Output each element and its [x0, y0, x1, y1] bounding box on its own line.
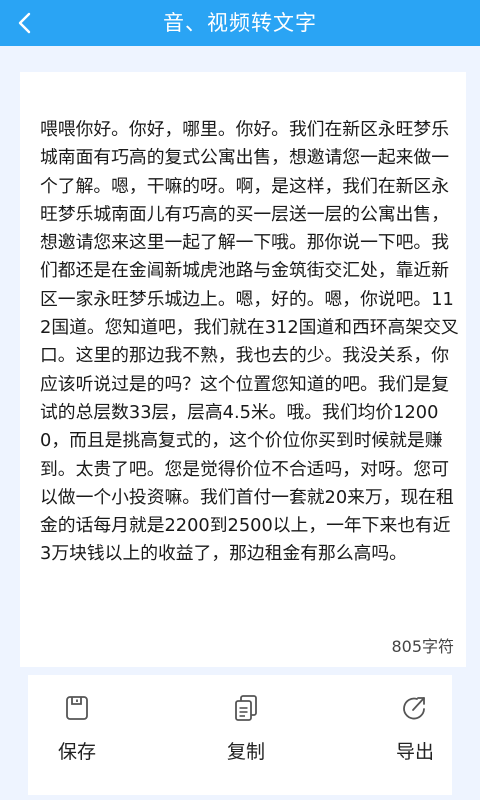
copy-icon: [235, 695, 257, 721]
export-icon: [403, 697, 425, 720]
save-icon: [66, 696, 88, 720]
save-button[interactable]: 保存: [37, 693, 117, 764]
copy-label: 复制: [226, 741, 265, 763]
export-button[interactable]: 导出: [375, 693, 455, 764]
export-label: 导出: [395, 741, 434, 763]
action-bar: 保存 复制 导出: [28, 675, 452, 795]
header-bar: 音、视频转文字: [0, 0, 480, 46]
page-title: 音、视频转文字: [163, 11, 317, 35]
back-button[interactable]: [8, 5, 44, 41]
transcript-text[interactable]: 喂喂你好。你好，哪里。你好。我们在新区永旺梦乐城南面有巧高的复式公寓出售，想邀请…: [40, 116, 460, 621]
chevron-left-icon: [18, 12, 31, 34]
copy-button[interactable]: 复制: [206, 693, 286, 764]
transcript-card: 喂喂你好。你好，哪里。你好。我们在新区永旺梦乐城南面有巧高的复式公寓出售，想邀请…: [20, 72, 466, 667]
char-count: 805字符: [391, 637, 454, 656]
save-label: 保存: [57, 741, 96, 763]
